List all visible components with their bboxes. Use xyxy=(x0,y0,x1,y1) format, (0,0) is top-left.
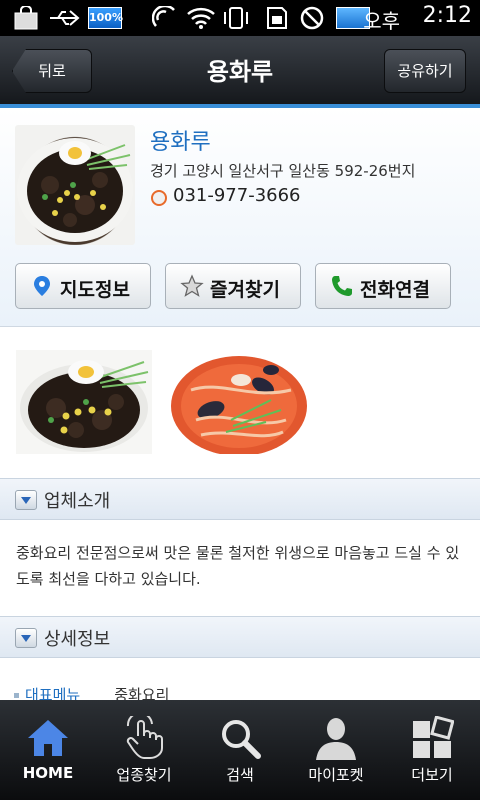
vibrate-icon xyxy=(224,7,248,29)
business-name: 용화루 xyxy=(150,130,211,155)
bottom-nav: HOME 업종찾기 검색 마이포켓 더보기 xyxy=(0,700,480,800)
no-signal-icon xyxy=(300,6,324,30)
nav-more[interactable]: 더보기 xyxy=(384,700,480,800)
section-title-detail: 상세정보 xyxy=(44,629,111,650)
clock: 2:12 xyxy=(422,3,472,28)
search-icon xyxy=(222,720,261,759)
nav-search[interactable]: 검색 xyxy=(192,700,288,800)
battery-icon: 100% xyxy=(88,7,123,29)
map-info-label: 지도정보 xyxy=(60,279,130,301)
title-bar: 뒤로 용화루 공유하기 xyxy=(0,36,480,108)
favorite-label: 즐겨찾기 xyxy=(210,279,280,301)
business-phone[interactable]: 031-977-3666 xyxy=(173,185,301,206)
nav-category[interactable]: 업종찾기 xyxy=(96,700,192,800)
nav-search-label: 검색 xyxy=(226,766,254,784)
section-header-intro[interactable]: 업체소개 xyxy=(0,478,480,520)
chevron-down-icon xyxy=(15,490,37,510)
nav-mypocket-label: 마이포켓 xyxy=(308,766,364,784)
nfc-icon xyxy=(152,6,175,27)
sim-icon xyxy=(267,7,287,29)
phone-call-icon xyxy=(332,276,352,296)
nav-home-label: HOME xyxy=(22,764,74,782)
wifi-icon xyxy=(187,7,215,29)
jjajangmyeon-image xyxy=(17,138,133,242)
intro-text: 중화요리 전문점으로써 맛은 물론 철저한 위생으로 마음놓고 드실 수 있도록… xyxy=(16,544,460,588)
jjamppong-photo xyxy=(171,350,307,456)
business-address: 경기 고양시 일산서구 일산동 592-26번지 xyxy=(150,162,416,180)
person-icon xyxy=(316,718,356,760)
home-icon xyxy=(28,720,68,756)
business-thumbnail[interactable] xyxy=(15,125,135,245)
call-label: 전화연결 xyxy=(360,279,430,301)
call-button[interactable]: 전화연결 xyxy=(315,263,451,309)
map-pin-icon xyxy=(34,276,50,296)
time-ampm: 오후 xyxy=(363,9,400,33)
phone-icon xyxy=(151,190,167,206)
shopping-bag-icon xyxy=(14,6,38,30)
photo-jjamppong[interactable] xyxy=(171,350,307,456)
nav-mypocket[interactable]: 마이포켓 xyxy=(288,700,384,800)
business-info: 용화루 경기 고양시 일산서구 일산동 592-26번지 031-977-366… xyxy=(0,108,480,327)
status-bar: 100% 오후 2:12 xyxy=(0,0,480,36)
star-icon xyxy=(180,274,204,297)
section-title-intro: 업체소개 xyxy=(44,491,111,512)
jjajangmyeon-photo xyxy=(16,350,152,454)
photo-jjajangmyeon[interactable] xyxy=(16,350,152,454)
section-header-detail[interactable]: 상세정보 xyxy=(0,616,480,658)
touch-icon xyxy=(126,716,163,759)
bullet xyxy=(14,693,19,698)
nav-more-label: 더보기 xyxy=(411,766,453,784)
usb-icon xyxy=(50,10,80,26)
share-button[interactable]: 공유하기 xyxy=(384,49,466,93)
favorite-button[interactable]: 즐겨찾기 xyxy=(165,263,301,309)
more-icon xyxy=(413,716,454,758)
photo-gallery xyxy=(0,328,480,478)
map-info-button[interactable]: 지도정보 xyxy=(15,263,151,309)
nav-category-label: 업종찾기 xyxy=(116,766,172,784)
nav-home[interactable]: HOME xyxy=(0,700,96,800)
chevron-down-icon xyxy=(15,628,37,648)
